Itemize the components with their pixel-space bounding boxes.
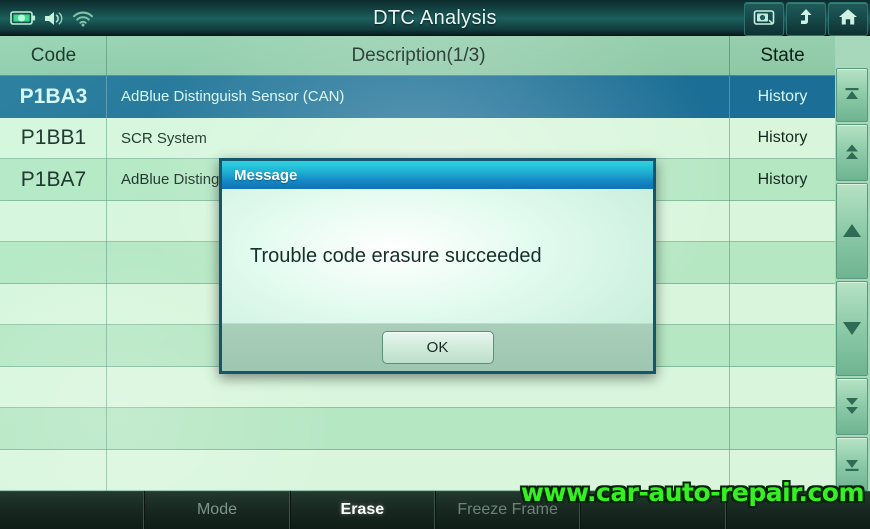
cell-code [0,201,107,243]
arrow-up-icon [796,7,816,32]
home-button[interactable] [828,2,868,36]
cell-state [730,284,835,326]
table-header-row: Code Description(1/3) State [0,36,835,76]
dialog-message: Trouble code erasure succeeded [250,244,542,267]
home-icon [837,7,859,32]
page-down-button[interactable] [836,377,868,436]
cell-state [730,408,835,450]
table-row[interactable]: P1BB1 SCR System History [0,117,835,160]
table-row[interactable]: P1BA3 AdBlue Distinguish Sensor (CAN) Hist… [0,76,835,118]
screenshot-button[interactable] [744,2,784,36]
arrow-up-icon [840,222,864,240]
dialog-body: Trouble code erasure succeeded [222,189,653,323]
toolbar-button-empty [0,491,145,529]
cell-code: P1BB1 [0,118,107,160]
bar-up-icon [842,87,862,103]
cell-description: AdBlue Distinguish Sensor (CAN) [107,76,730,118]
bar-down-icon [842,456,862,472]
column-header-description: Description(1/3) [107,36,730,76]
arrow-down-icon [840,319,864,337]
toolbar-button-erase[interactable]: Erase [289,491,435,529]
cell-code [0,408,107,450]
ok-button[interactable]: OK [381,331,494,364]
cell-code [0,450,107,492]
cell-state [730,325,835,367]
column-header-code: Code [0,36,107,76]
message-dialog: Message Trouble code erasure succeeded O… [219,158,656,374]
cell-state [730,201,835,243]
cell-code [0,367,107,409]
cell-description [107,408,730,450]
scroll-down-button[interactable] [836,280,868,376]
watermark: www.car-auto-repair.com [520,478,865,507]
double-arrow-up-icon [842,143,862,163]
cell-code [0,325,107,367]
table-row[interactable] [0,408,835,450]
camera-icon [753,8,775,31]
dialog-title: Message [222,161,653,189]
back-button[interactable] [786,2,826,36]
cell-code [0,242,107,284]
cell-code: P1BA7 [0,159,107,201]
cell-description: SCR System [107,118,730,160]
cell-state: History [730,76,835,118]
scroll-up-button[interactable] [836,183,868,279]
title-bar: DTC Analysis [0,0,870,36]
scroll-top-button[interactable] [836,68,868,122]
title-bar-buttons [744,2,868,36]
cell-state [730,367,835,409]
cell-code [0,284,107,326]
diagnostic-screen: DTC Analysis Code Description(1/3) State… [0,0,870,529]
toolbar-button-mode[interactable]: Mode [144,491,290,529]
page-up-button[interactable] [836,123,868,182]
dialog-footer: OK [222,323,653,371]
page-title: DTC Analysis [373,7,497,29]
cell-code: P1BA3 [0,76,107,118]
scroll-navigation-strip [834,68,870,491]
cell-state: History [757,170,808,188]
cell-state: History [757,129,808,147]
cell-state [730,242,835,284]
double-arrow-down-icon [842,396,862,416]
column-header-state: State [760,45,805,66]
